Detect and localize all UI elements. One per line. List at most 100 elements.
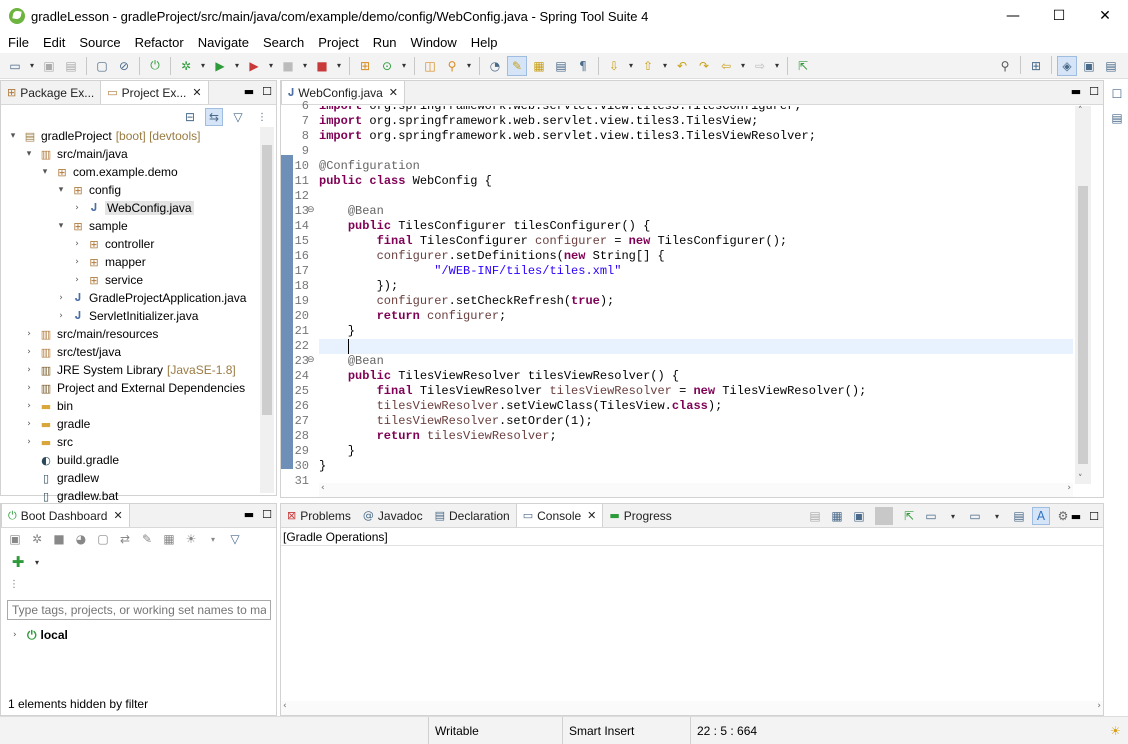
open-type-icon[interactable]: ◫: [420, 56, 440, 76]
tab-boot-dashboard[interactable]: ⏻ Boot Dashboard ✕: [1, 504, 130, 527]
outline-view-icon[interactable]: ▤: [1107, 108, 1127, 128]
code-line[interactable]: "/WEB-INF/tiles/tiles.xml": [319, 264, 621, 279]
add-dropdown-icon[interactable]: ▾: [32, 552, 42, 572]
search-menu-dropdown-icon[interactable]: ▾: [464, 56, 474, 76]
close-icon[interactable]: ✕: [113, 509, 122, 522]
scroll-right-icon[interactable]: ›: [1067, 483, 1071, 493]
stop-app-icon[interactable]: ■: [50, 530, 68, 548]
open-perspective-icon[interactable]: ⊞: [1026, 56, 1046, 76]
expand-arrow-icon[interactable]: ›: [23, 437, 35, 447]
scroll-left-icon[interactable]: ‹: [283, 701, 287, 711]
word-wrap-icon[interactable]: ▤: [551, 56, 571, 76]
expand-arrow-icon[interactable]: ›: [71, 257, 83, 267]
terminal-icon[interactable]: ▢: [92, 56, 112, 76]
menu-run[interactable]: Run: [366, 35, 404, 50]
debug-icon[interactable]: ✲: [176, 56, 196, 76]
explorer-scrollbar[interactable]: [260, 127, 274, 493]
forward-icon[interactable]: ⇨: [750, 56, 770, 76]
code-line[interactable]: configurer.setDefinitions(new String[] {: [319, 249, 665, 264]
code-line[interactable]: public class WebConfig {: [319, 174, 492, 189]
view-menu-icon[interactable]: ⋮: [253, 108, 271, 126]
next-annotation-icon[interactable]: ⇩: [604, 56, 624, 76]
tree-item[interactable]: ▾ ▤ gradleProject [boot] [devtools]: [1, 127, 259, 145]
expand-arrow-icon[interactable]: ›: [23, 419, 35, 429]
tab-package-explorer[interactable]: ⊞ Package Ex...: [1, 81, 100, 104]
code-line[interactable]: public TilesViewResolver tilesViewResolv…: [319, 369, 679, 384]
tree-item[interactable]: › ⊞ controller: [1, 235, 259, 253]
link-with-editor-icon[interactable]: ⇆: [205, 108, 223, 126]
code-line[interactable]: @Bean: [319, 354, 384, 369]
run-icon[interactable]: ▶: [210, 56, 230, 76]
maximize-button[interactable]: ☐: [1036, 0, 1082, 32]
lightbulb-icon[interactable]: ☀: [182, 530, 200, 548]
tree-item[interactable]: ◐ build.gradle: [1, 451, 259, 469]
external-tools-dropdown-icon[interactable]: ▾: [266, 56, 276, 76]
minimize-view-icon[interactable]: ▬: [244, 508, 254, 521]
code-line[interactable]: import org.springframework.web.servlet.v…: [319, 129, 816, 144]
close-icon[interactable]: ✕: [587, 509, 596, 522]
local-target[interactable]: › ⏻ local: [13, 626, 68, 644]
open-browser-icon[interactable]: ◕: [72, 530, 90, 548]
tree-item[interactable]: ▾ ⊞ com.example.demo: [1, 163, 259, 181]
collapse-arrow-icon[interactable]: ▾: [7, 131, 19, 141]
close-icon[interactable]: ✕: [389, 86, 398, 99]
save-all-icon[interactable]: ▤: [61, 56, 81, 76]
scrollbar-thumb[interactable]: [262, 145, 272, 415]
git-perspective-icon[interactable]: ▤: [1101, 56, 1121, 76]
code-line[interactable]: @Configuration: [319, 159, 420, 174]
collapse-arrow-icon[interactable]: ▾: [55, 185, 67, 195]
menu-navigate[interactable]: Navigate: [191, 35, 256, 50]
previous-annotation-icon[interactable]: ⇧: [638, 56, 658, 76]
skip-breakpoints-icon[interactable]: ⊘: [114, 56, 134, 76]
lightbulb-dropdown-icon[interactable]: ▾: [204, 530, 222, 548]
new-icon[interactable]: ▭: [5, 56, 25, 76]
tree-item[interactable]: › ⊞ service: [1, 271, 259, 289]
open-console-dropdown-icon[interactable]: ▾: [988, 507, 1006, 525]
next-annotation-dropdown-icon[interactable]: ▾: [626, 56, 636, 76]
code-line[interactable]: final TilesConfigurer configurer = new T…: [319, 234, 788, 249]
code-line[interactable]: import org.springframework.web.servlet.v…: [319, 114, 758, 129]
new-java-package-icon[interactable]: ⊞: [355, 56, 375, 76]
drag-handle-icon[interactable]: ⋮: [9, 576, 19, 590]
run-dropdown-icon[interactable]: ▾: [232, 56, 242, 76]
clear-console-icon[interactable]: ▤: [806, 507, 824, 525]
relaunch-icon[interactable]: ■: [312, 56, 332, 76]
fold-toggle-icon[interactable]: ⊖: [307, 355, 315, 365]
expand-arrow-icon[interactable]: ›: [23, 401, 35, 411]
scroll-up-icon[interactable]: ˄: [1078, 106, 1083, 116]
minimize-view-icon[interactable]: ▬: [244, 85, 254, 98]
collapse-arrow-icon[interactable]: ▾: [39, 167, 51, 177]
overview-ruler[interactable]: [1093, 106, 1103, 486]
minimize-view-icon[interactable]: ▬: [1071, 510, 1081, 523]
scroll-lock-icon[interactable]: ▦: [828, 507, 846, 525]
menu-project[interactable]: Project: [311, 35, 365, 50]
maximize-view-icon[interactable]: ☐: [262, 85, 272, 98]
menu-edit[interactable]: Edit: [36, 35, 72, 50]
debug-app-icon[interactable]: ✲: [28, 530, 46, 548]
collapse-all-icon[interactable]: ⊟: [181, 108, 199, 126]
menu-refactor[interactable]: Refactor: [128, 35, 191, 50]
expand-arrow-icon[interactable]: ›: [71, 275, 83, 285]
maximize-view-icon[interactable]: ☐: [1089, 510, 1099, 523]
maximize-view-icon[interactable]: ☐: [262, 508, 272, 521]
back-icon[interactable]: ⇦: [716, 56, 736, 76]
restore-view-icon[interactable]: ☐: [1107, 84, 1127, 104]
java-perspective-icon[interactable]: ▣: [1079, 56, 1099, 76]
code-line[interactable]: });: [319, 279, 399, 294]
tree-item[interactable]: › ▥ JRE System Library [JavaSE-1.8]: [1, 361, 259, 379]
start-icon[interactable]: ▣: [6, 530, 24, 548]
code-line[interactable]: }: [319, 459, 326, 474]
collapse-arrow-icon[interactable]: ▾: [23, 149, 35, 159]
tree-item[interactable]: › 𝐉 WebConfig.java: [1, 199, 259, 217]
tree-item[interactable]: › ▬ bin: [1, 397, 259, 415]
show-whitespace-icon[interactable]: ¶: [573, 56, 593, 76]
close-icon[interactable]: ✕: [192, 86, 201, 99]
next-edit-location-icon[interactable]: ↷: [694, 56, 714, 76]
display-console-dropdown-icon[interactable]: ▾: [944, 507, 962, 525]
code-line[interactable]: configurer.setCheckRefresh(true);: [319, 294, 615, 309]
code-line[interactable]: }: [319, 444, 355, 459]
tree-item[interactable]: › ▥ src/main/resources: [1, 325, 259, 343]
maximize-view-icon[interactable]: ☐: [1089, 85, 1099, 98]
relaunch-dropdown-icon[interactable]: ▾: [334, 56, 344, 76]
toggle-breadcrumb-icon[interactable]: ◔: [485, 56, 505, 76]
